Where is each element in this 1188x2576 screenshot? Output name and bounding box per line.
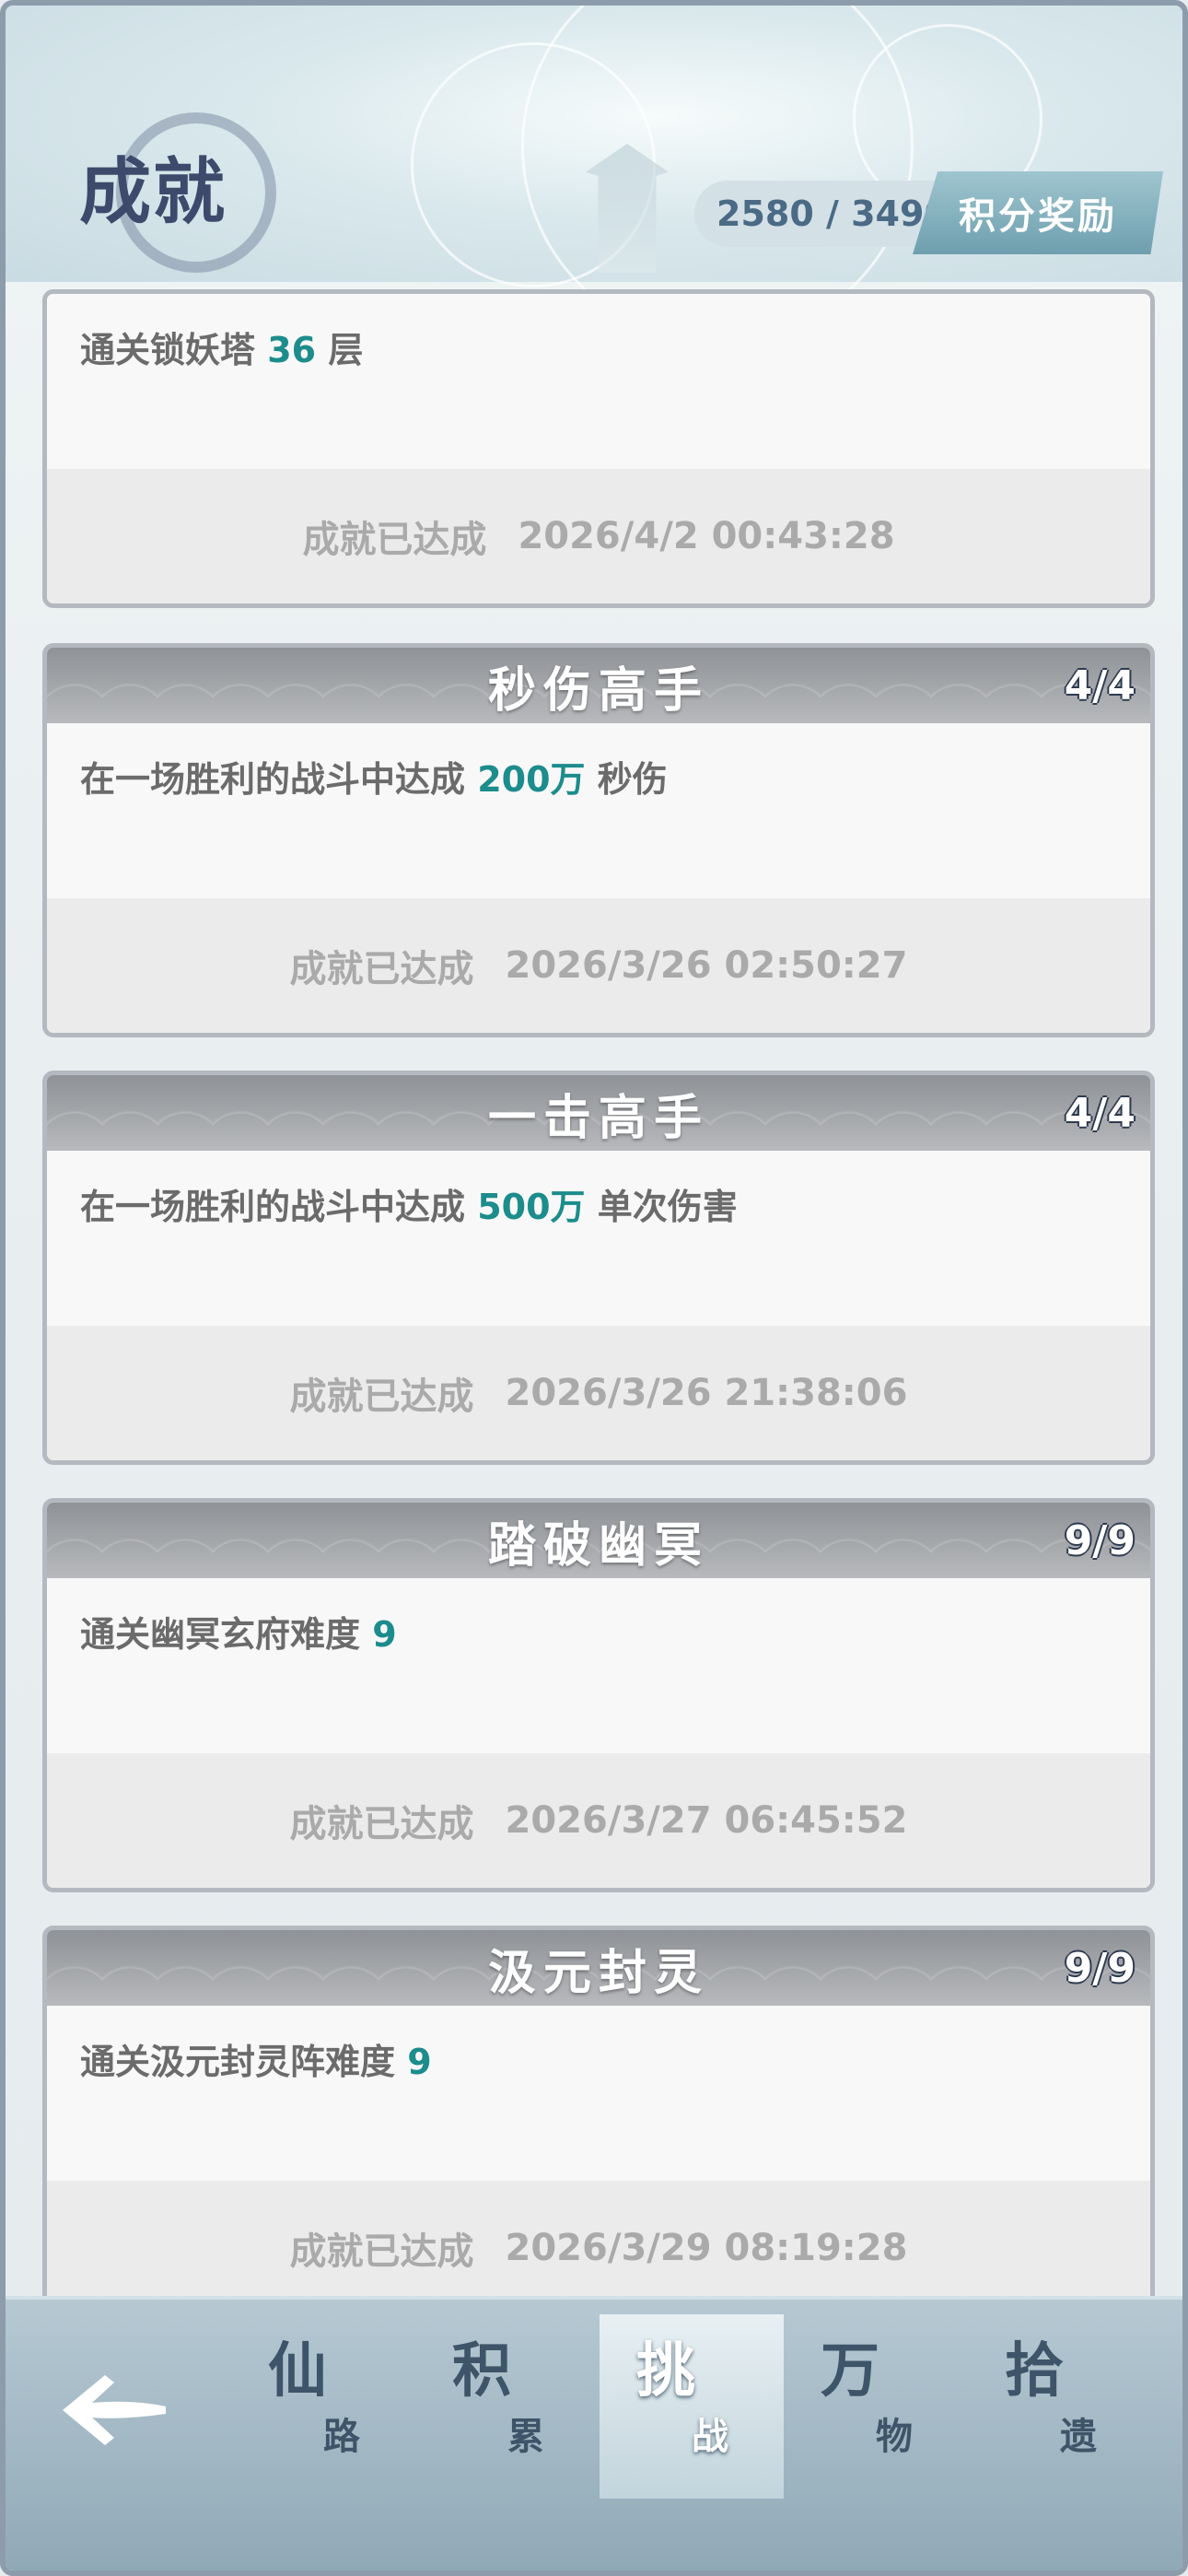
achievement-title: 秒伤高手 bbox=[487, 662, 709, 719]
tab-jilei[interactable]: 积 累 bbox=[415, 2314, 600, 2499]
achievement-card: 汲元封灵 9/9 通关汲元封灵阵难度 9 成就已达成 2026/3/29 08:1… bbox=[42, 1926, 1155, 2300]
achievement-status: 成就已达成 2026/3/27 06:45:52 bbox=[47, 1753, 1150, 1888]
tab-tiaozhan[interactable]: 挑 战 bbox=[600, 2314, 784, 2499]
achievement-progress: 4/4 bbox=[1064, 662, 1136, 709]
header: 成就 2580 / 3490 积分奖励 bbox=[6, 6, 1182, 343]
achievement-description: 在一场胜利的战斗中达成 500万 单次伤害 bbox=[80, 1187, 738, 1227]
tab-label-sub: 路 bbox=[323, 2415, 360, 2458]
card-body: 通关汲元封灵阵难度 9 bbox=[47, 2006, 1150, 2181]
score-counter: 2580 / 3490 bbox=[694, 181, 952, 247]
achievement-status: 成就已达成 2026/3/26 21:38:06 bbox=[47, 1326, 1150, 1460]
points-reward-button[interactable]: 积分奖励 bbox=[913, 171, 1163, 254]
card-body: 在一场胜利的战斗中达成 200万 秒伤 bbox=[47, 723, 1150, 898]
tab-label-main: 拾 bbox=[1005, 2336, 1064, 2406]
title-emblem: 成就 bbox=[79, 107, 276, 273]
card-body: 在一场胜利的战斗中达成 500万 单次伤害 bbox=[47, 1151, 1150, 1326]
achievement-progress: 9/9 bbox=[1064, 1516, 1136, 1564]
achievement-title: 一击高手 bbox=[487, 1089, 709, 1146]
achievement-status: 成就已达成 2026/4/2 00:43:28 bbox=[47, 469, 1150, 603]
tab-label-main: 挑 bbox=[636, 2336, 695, 2406]
tab-label-main: 仙 bbox=[268, 2336, 327, 2406]
page-title: 成就 bbox=[79, 150, 227, 234]
achievement-progress: 4/4 bbox=[1064, 1089, 1136, 1137]
achievement-title: 汲元封灵 bbox=[487, 1944, 709, 2001]
achievement-status: 成就已达成 2026/3/29 08:19:28 bbox=[47, 2181, 1150, 2300]
back-button[interactable] bbox=[57, 2364, 177, 2456]
card-body: 通关锁妖塔 36 层 bbox=[47, 294, 1150, 469]
achievement-card: 秒伤高手 4/4 在一场胜利的战斗中达成 200万 秒伤 成就已达成 2026/3… bbox=[42, 643, 1155, 1037]
tab-label-main: 积 bbox=[452, 2336, 511, 2406]
tab-label-sub: 遗 bbox=[1060, 2415, 1097, 2458]
card-header: 一击高手 4/4 bbox=[47, 1075, 1150, 1151]
achievement-description: 通关幽冥玄府难度 9 bbox=[80, 1614, 397, 1655]
bottom-tab-bar: 仙 路 积 累 挑 战 万 物 拾 遗 bbox=[6, 2296, 1182, 2570]
card-header: 秒伤高手 4/4 bbox=[47, 648, 1150, 723]
achievement-card: 通关锁妖塔 36 层 成就已达成 2026/4/2 00:43:28 bbox=[42, 289, 1155, 608]
tab-label-sub: 累 bbox=[507, 2415, 544, 2458]
tab-label-sub: 物 bbox=[876, 2415, 913, 2458]
tab-shiyi[interactable]: 拾 遗 bbox=[968, 2314, 1152, 2499]
tab-wanwu[interactable]: 万 物 bbox=[784, 2314, 968, 2499]
card-body: 通关幽冥玄府难度 9 bbox=[47, 1578, 1150, 1753]
achievement-status: 成就已达成 2026/3/26 02:50:27 bbox=[47, 898, 1150, 1033]
achievement-description: 通关汲元封灵阵难度 9 bbox=[80, 2042, 432, 2082]
achievement-card: 踏破幽冥 9/9 通关幽冥玄府难度 9 成就已达成 2026/3/27 06:45… bbox=[42, 1498, 1155, 1892]
back-arrow-icon bbox=[63, 2375, 166, 2445]
achievement-screen: 成就 2580 / 3490 积分奖励 通关锁妖塔 36 层 成就已达成 2026… bbox=[0, 0, 1188, 2576]
tab-label-main: 万 bbox=[821, 2336, 879, 2406]
tab-label-sub: 战 bbox=[692, 2415, 728, 2458]
achievement-card: 一击高手 4/4 在一场胜利的战斗中达成 500万 单次伤害 成就已达成 2026… bbox=[42, 1071, 1155, 1465]
achievement-progress: 9/9 bbox=[1064, 1944, 1136, 1992]
achievement-list[interactable]: 通关锁妖塔 36 层 成就已达成 2026/4/2 00:43:28 秒伤高手 4… bbox=[42, 282, 1155, 2300]
achievement-description: 在一场胜利的战斗中达成 200万 秒伤 bbox=[80, 759, 668, 800]
achievement-title: 踏破幽冥 bbox=[487, 1516, 709, 1574]
achievement-description: 通关锁妖塔 36 层 bbox=[80, 330, 364, 370]
card-header: 汲元封灵 9/9 bbox=[47, 1930, 1150, 2006]
tab-xianlu[interactable]: 仙 路 bbox=[231, 2314, 415, 2499]
card-header: 踏破幽冥 9/9 bbox=[47, 1503, 1150, 1578]
